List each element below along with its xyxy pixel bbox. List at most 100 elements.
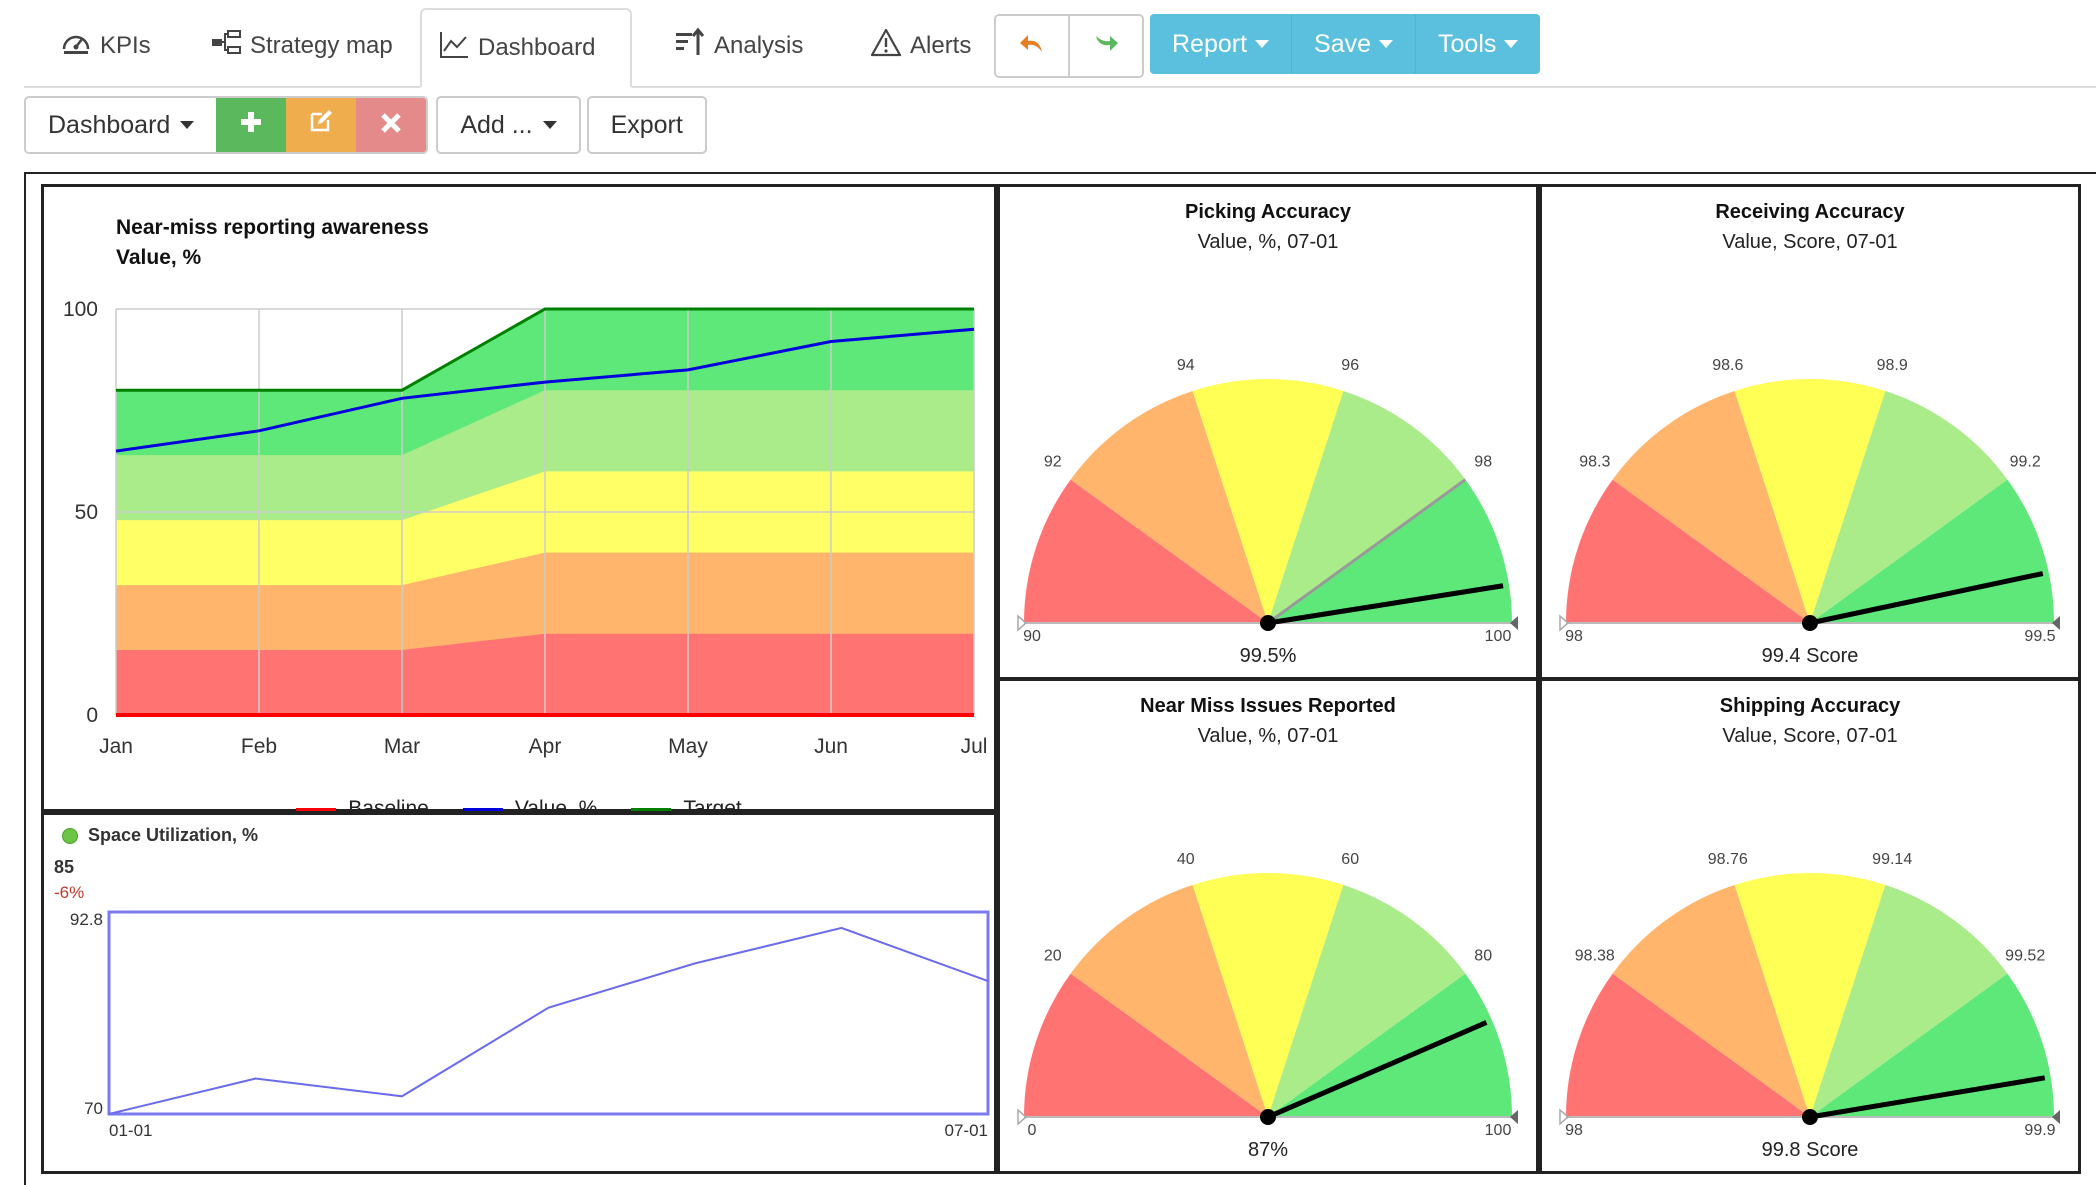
sparkline-chart: 92.8 70 01-01 07-01 (70, 910, 990, 1140)
undo-button[interactable] (996, 16, 1068, 76)
dashboard-dropdown[interactable]: Dashboard (26, 98, 217, 152)
tab-label: Strategy map (250, 32, 393, 59)
top-navigation: KPIs Strategy map Dashboard Analysis Ale… (24, 0, 2096, 88)
gauge-tick-label: 98.76 (1708, 851, 1748, 868)
gauge-tick-label: 98 (1474, 454, 1492, 471)
gauge-tick-label: 99.14 (1872, 851, 1912, 868)
dashboard-select-group: Dashboard (24, 96, 429, 154)
gauge-tick-label: 0 (1028, 1122, 1037, 1139)
sparkline-frame (107, 910, 990, 1116)
tab-label: KPIs (100, 32, 151, 59)
gauge-tick-label: 92 (1044, 454, 1062, 471)
export-button[interactable]: Export (586, 96, 707, 154)
gauge-panel-picking[interactable]: Picking Accuracy Value, %, 07-01 90 92 94 9… (997, 184, 1539, 680)
x-tick-label: Mar (384, 735, 420, 758)
tab-kpis[interactable]: KPIs (44, 8, 167, 84)
edit-icon (308, 108, 334, 142)
undo-redo-group (994, 14, 1144, 78)
caret-down-icon (180, 121, 195, 129)
x-tick-label: Apr (529, 735, 562, 758)
tab-label: Analysis (714, 32, 804, 59)
tab-analysis[interactable]: Analysis (658, 8, 819, 84)
space-utilization-panel[interactable]: Space Utilization, % 85 -6% 92.8 70 01-01 0… (41, 812, 997, 1174)
caret-down-icon (1504, 40, 1519, 48)
y-tick-label: 0 (86, 704, 98, 727)
x-start-label: 01-01 (109, 1121, 152, 1140)
caret-down-icon (1255, 40, 1270, 48)
gauge-tick-label: 94 (1177, 357, 1195, 374)
add-widget-dropdown[interactable]: Add ... (436, 96, 581, 154)
tab-strategy-map[interactable]: Strategy map (194, 8, 409, 84)
sparkline-series (108, 926, 989, 1115)
gauge-tick-label: 99.52 (2005, 948, 2045, 965)
gauge-dial: 98 98.38 98.76 99.14 99.52 99.9 (1559, 851, 2060, 1139)
gauge-tick-label: 98.38 (1575, 948, 1615, 965)
sort-icon (674, 27, 706, 66)
report-menu-button[interactable]: Report (1150, 14, 1293, 74)
y-min-label: 70 (84, 1099, 103, 1118)
plus-icon (239, 108, 263, 142)
dashboard-toolbar: Dashboard Add ... Export (24, 95, 707, 155)
save-menu-button[interactable]: Save (1292, 14, 1417, 74)
gauge-value: 87% (1247, 1139, 1289, 1161)
x-end-label: 07-01 (945, 1121, 988, 1140)
gauge-tick-label: 98.9 (1877, 357, 1908, 374)
legend-swatch (296, 807, 337, 811)
x-tick-label: May (668, 735, 708, 758)
gauge-tick-label: 100 (1485, 1122, 1512, 1139)
legend-swatch (631, 807, 672, 811)
gauge-tick-label: 40 (1177, 851, 1195, 868)
caret-down-icon (1379, 40, 1394, 48)
gauge-tick-label: 99.9 (2024, 1122, 2055, 1139)
tools-label: Tools (1438, 29, 1497, 58)
tab-dashboard[interactable]: Dashboard (420, 8, 632, 88)
gauge-dial: 90 92 94 96 98 100 (1017, 357, 1518, 645)
gauge-tick-label: 99.2 (2010, 454, 2041, 471)
gauge-icon (60, 27, 92, 66)
gauge-tick-label: 98 (1565, 1122, 1583, 1139)
delete-dashboard-button[interactable] (356, 98, 427, 152)
gauge-value: 99.4 Score (1761, 645, 1859, 667)
gauge-tick-label: 96 (1341, 357, 1359, 374)
x-tick-label: Feb (241, 735, 277, 758)
gauge-pivot (1260, 615, 1276, 631)
menu-group: Report Save Tools (1150, 14, 1541, 74)
gauge-panel-receiving[interactable]: Receiving Accuracy Value, Score, 07-01 9… (1539, 184, 2081, 680)
gauge-panel-shipping[interactable]: Shipping Accuracy Value, Score, 07-01 98… (1539, 678, 2081, 1174)
redo-button[interactable] (1068, 16, 1142, 76)
gauge-tick-label: 20 (1044, 948, 1062, 965)
gauge-tick-label: 98.6 (1712, 357, 1743, 374)
y-tick-label: 100 (63, 298, 98, 321)
legend-swatch (462, 807, 503, 811)
gauge-tick-label: 100 (1485, 628, 1512, 645)
save-label: Save (1314, 29, 1372, 58)
close-icon (380, 108, 402, 142)
y-tick-label: 50 (75, 501, 98, 524)
dashboard-canvas: Near-miss reporting awareness Value, % 1… (24, 172, 2096, 1185)
undo-icon (1018, 30, 1046, 63)
edit-dashboard-button[interactable] (286, 98, 357, 152)
dashboard-dropdown-label: Dashboard (48, 110, 171, 139)
tab-alerts[interactable]: Alerts (854, 8, 987, 84)
gauge-value: 99.8 Score (1761, 1139, 1859, 1161)
export-label: Export (610, 110, 683, 139)
tab-label: Dashboard (478, 34, 596, 61)
gauge-pivot (1802, 615, 1818, 631)
near-miss-chart-panel[interactable]: Near-miss reporting awareness Value, % 1… (41, 184, 997, 820)
warning-icon (870, 27, 902, 66)
x-tick-label: Jan (99, 735, 133, 758)
gauge-pivot (1260, 1109, 1276, 1125)
gauge-tick-label: 98 (1565, 628, 1583, 645)
y-max-label: 92.8 (70, 910, 103, 929)
line-chart-icon (438, 29, 470, 68)
tab-label: Alerts (910, 32, 972, 59)
redo-icon (1092, 30, 1120, 63)
gauge-tick-label: 80 (1474, 948, 1492, 965)
add-dashboard-button[interactable] (216, 98, 287, 152)
gauge-panel-near-miss[interactable]: Near Miss Issues Reported Value, %, 07-0… (997, 678, 1539, 1174)
tools-menu-button[interactable]: Tools (1416, 14, 1541, 74)
gauge-tick-label: 98.3 (1579, 454, 1610, 471)
area-chart: 100 50 0Jan Feb Mar Apr May Jun Jul (63, 298, 987, 758)
report-label: Report (1172, 29, 1248, 58)
hierarchy-icon (210, 27, 242, 66)
